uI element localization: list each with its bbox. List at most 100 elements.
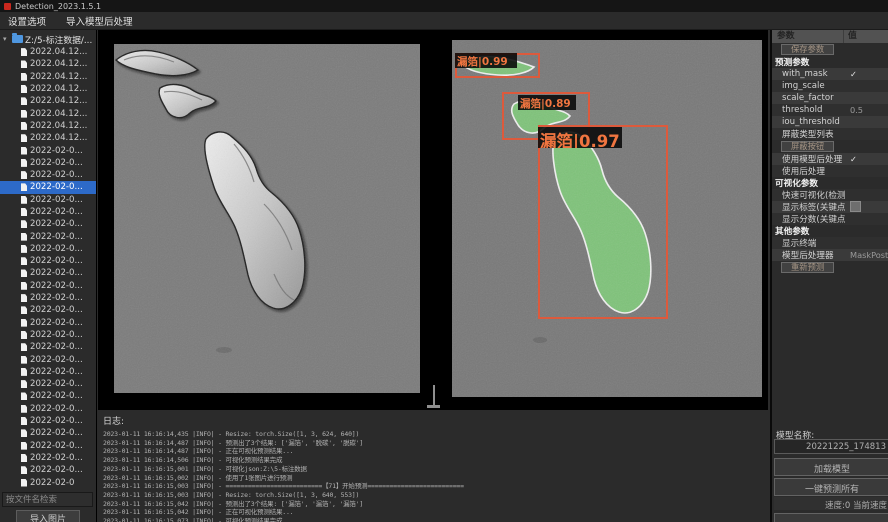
tree-item-label: 2022-02-0... bbox=[30, 465, 83, 475]
tree-item-label: 2022-02-0... bbox=[30, 207, 83, 217]
predict-all-button[interactable]: 一键预测所有 bbox=[774, 478, 888, 496]
param-value[interactable]: ✓ bbox=[846, 154, 888, 164]
param-label: img_scale bbox=[772, 81, 846, 91]
tree-item[interactable]: 2022-02-0... bbox=[0, 378, 97, 390]
param-button[interactable]: 重新预测 bbox=[781, 262, 834, 273]
tree-item[interactable]: 2022-02-0... bbox=[0, 230, 97, 242]
tree-item[interactable]: 2022-02-0... bbox=[0, 464, 97, 476]
postprocess-settings-button[interactable]: 后处理参数设置 bbox=[774, 513, 888, 522]
file-icon bbox=[21, 48, 27, 56]
window-title: Detection_2023.1.5.1 bbox=[15, 2, 101, 11]
tree-item[interactable]: 2022-02-0... bbox=[0, 366, 97, 378]
tree-item[interactable]: 2022.04.12... bbox=[0, 58, 97, 70]
tree-item[interactable]: 2022-02-0... bbox=[0, 427, 97, 439]
tree-item[interactable]: 2022-02-0... bbox=[0, 255, 97, 267]
tree-item[interactable]: 2022-02-0 bbox=[0, 476, 97, 488]
panel-splitter-handle[interactable] bbox=[433, 385, 435, 407]
file-icon bbox=[21, 405, 27, 413]
title-bar: Detection_2023.1.5.1 bbox=[0, 0, 888, 12]
tree-item-label: 2022-02-0... bbox=[30, 232, 83, 242]
tree-item[interactable]: 2022-02-0... bbox=[0, 280, 97, 292]
tree-item-label: 2022.04.12... bbox=[30, 133, 87, 143]
log-panel: 日志: 2023-01-11 16:16:14,435 |INFO| - Res… bbox=[98, 410, 770, 522]
param-button[interactable]: 保存参数 bbox=[781, 44, 834, 55]
log-line: 2023-01-11 16:16:15,042 |INFO| - 正在可视化预测… bbox=[103, 508, 770, 517]
tree-item[interactable]: 2022-02-0... bbox=[0, 169, 97, 181]
param-value[interactable]: ✓ bbox=[846, 69, 888, 79]
tree-item[interactable]: 2022-02-0... bbox=[0, 144, 97, 156]
tree-item-label: 2022-02-0... bbox=[30, 318, 83, 328]
chevron-down-icon[interactable]: ▾ bbox=[3, 35, 10, 43]
menu-item-1[interactable]: 导入模型后处理 bbox=[66, 14, 133, 28]
param-button[interactable]: 屏蔽按钮 bbox=[781, 141, 834, 152]
search-input[interactable] bbox=[2, 492, 93, 507]
log-line: 2023-01-11 16:16:14,506 |INFO| - 可视化预测结果… bbox=[103, 456, 770, 465]
tree-item[interactable]: 2022-02-0... bbox=[0, 157, 97, 169]
tree-item[interactable]: 2022.04.12... bbox=[0, 120, 97, 132]
tree-item[interactable]: 2022.04.12... bbox=[0, 46, 97, 58]
tree-item[interactable]: 2022-02-0... bbox=[0, 267, 97, 279]
tree-root-folder[interactable]: ▾ Z:/5-标注数据/... bbox=[0, 32, 97, 46]
file-icon bbox=[21, 282, 27, 290]
tree-item-label: 2022-02-0... bbox=[30, 219, 83, 229]
tree-item[interactable]: 2022-02-0... bbox=[0, 181, 97, 193]
load-model-button[interactable]: 加载模型 bbox=[774, 458, 888, 476]
tree-item[interactable]: 2022-02-0... bbox=[0, 292, 97, 304]
tree-item-label: 2022-02-0 bbox=[30, 478, 74, 488]
tree-item[interactable]: 2022-02-0... bbox=[0, 329, 97, 341]
file-icon bbox=[21, 356, 27, 364]
tree-item[interactable]: 2022-02-0... bbox=[0, 304, 97, 316]
param-row: 快速可视化(检测) bbox=[772, 189, 888, 201]
tree-item[interactable]: 2022.04.12... bbox=[0, 83, 97, 95]
import-image-button[interactable]: 导入图片 bbox=[16, 510, 80, 522]
param-value[interactable]: 0.5 bbox=[846, 105, 888, 115]
file-icon bbox=[21, 319, 27, 327]
tree-item[interactable]: 2022-02-0... bbox=[0, 440, 97, 452]
tree-item-label: 2022-02-0... bbox=[30, 416, 83, 426]
tree-item[interactable]: 2022-02-0... bbox=[0, 206, 97, 218]
tree-item[interactable]: 2022-02-0... bbox=[0, 194, 97, 206]
tree-item[interactable]: 2022.04.12... bbox=[0, 71, 97, 83]
tree-item[interactable]: 2022-02-0... bbox=[0, 415, 97, 427]
tree-item-label: 2022-02-0... bbox=[30, 355, 83, 365]
tree-item[interactable]: 2022.04.12... bbox=[0, 95, 97, 107]
tree-item-label: 2022.04.12... bbox=[30, 47, 87, 57]
tree-item[interactable]: 2022-02-0... bbox=[0, 243, 97, 255]
tree-item[interactable]: 2022-02-0... bbox=[0, 353, 97, 365]
tree-item[interactable]: 2022-02-0... bbox=[0, 317, 97, 329]
tree-item-label: 2022.04.12... bbox=[30, 121, 87, 131]
file-icon bbox=[21, 60, 27, 68]
param-row: 使用后处理 bbox=[772, 165, 888, 177]
params-section-header: 预测参数 bbox=[772, 56, 888, 68]
tree-item-label: 2022-02-0... bbox=[30, 293, 83, 303]
file-icon bbox=[21, 269, 27, 277]
tree-item-label: 2022.04.12... bbox=[30, 59, 87, 69]
menu-item-0[interactable]: 设置选项 bbox=[8, 14, 46, 28]
file-icon bbox=[21, 306, 27, 314]
tree-item[interactable]: 2022-02-0... bbox=[0, 218, 97, 230]
file-icon bbox=[21, 233, 27, 241]
file-icon bbox=[21, 85, 27, 93]
tree-item[interactable]: 2022.04.12... bbox=[0, 132, 97, 144]
param-row: 显示标签(关键点) bbox=[772, 201, 888, 213]
param-row: 显示分数(关键点) bbox=[772, 213, 888, 225]
tree-item[interactable]: 2022-02-0... bbox=[0, 341, 97, 353]
model-name-field[interactable]: 20221225_174813 bbox=[774, 439, 888, 454]
tree-item-label: 2022-02-0... bbox=[30, 330, 83, 340]
tree-item-label: 2022-02-0... bbox=[30, 342, 83, 352]
detection-label: 漏箔|0.99 bbox=[455, 53, 517, 68]
param-row: iou_threshold bbox=[772, 116, 888, 128]
tree-item[interactable]: 2022-02-0... bbox=[0, 390, 97, 402]
param-value[interactable]: MaskPostPro bbox=[846, 250, 888, 260]
params-button-row: 屏蔽按钮 bbox=[772, 140, 888, 153]
tree-item-label: 2022-02-0... bbox=[30, 441, 83, 451]
tree-item[interactable]: 2022-02-0... bbox=[0, 403, 97, 415]
log-line: 2023-01-11 16:16:15,001 |INFO| - 可视化json… bbox=[103, 465, 770, 474]
panel-splitter-foot[interactable] bbox=[427, 405, 440, 408]
param-value[interactable] bbox=[846, 201, 888, 213]
checkbox[interactable] bbox=[850, 201, 861, 212]
file-icon bbox=[21, 417, 27, 425]
tree-item[interactable]: 2022.04.12... bbox=[0, 107, 97, 119]
file-icon bbox=[21, 392, 27, 400]
tree-item[interactable]: 2022-02-0... bbox=[0, 452, 97, 464]
